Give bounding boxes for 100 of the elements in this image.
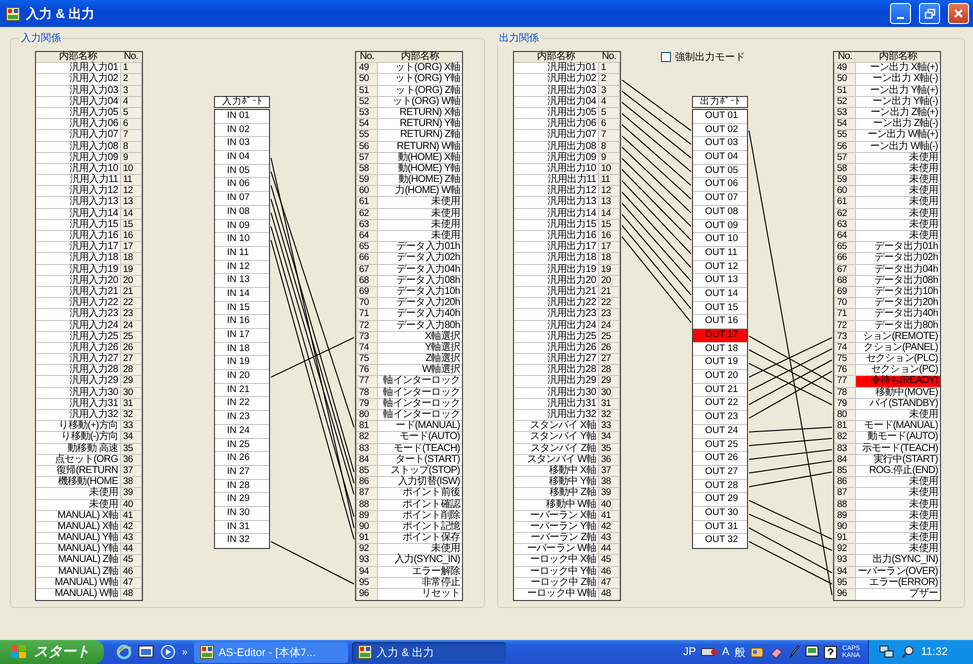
table-cell[interactable]: 汎用出力30 xyxy=(514,388,598,398)
port-item[interactable]: OUT 27 xyxy=(693,466,747,480)
table-cell[interactable]: 未使用 xyxy=(856,488,940,498)
table-cell[interactable]: 汎用出力13 xyxy=(514,197,598,208)
table-cell[interactable]: 未使用 xyxy=(856,544,940,554)
table-cell[interactable]: 汎用出力15 xyxy=(514,220,598,230)
port-item[interactable]: OUT 22 xyxy=(693,397,747,412)
port-item[interactable]: IN 16 xyxy=(215,315,269,329)
table-cell[interactable]: ーロック中 Z軸 xyxy=(514,578,598,588)
table-cell[interactable]: RETURN) Y軸 xyxy=(378,119,462,130)
table-cell[interactable]: 未使用 xyxy=(378,544,462,554)
taskbar-button[interactable]: 入力 & 出力 xyxy=(352,642,506,662)
table-cell[interactable]: データ出力20h xyxy=(856,298,940,308)
table-cell[interactable]: リセット xyxy=(378,589,462,600)
table-cell[interactable]: データ入力04h xyxy=(378,264,462,275)
table-cell[interactable]: 汎用出力09 xyxy=(514,152,598,163)
table-cell[interactable]: ーン出力 Y軸(+) xyxy=(856,86,940,96)
table-cell[interactable]: 機移動(HOME xyxy=(36,477,120,488)
table-cell[interactable]: ポイント削除 xyxy=(378,510,462,521)
table-cell[interactable]: タート(START) xyxy=(378,454,462,465)
minimize-button[interactable] xyxy=(890,3,911,24)
port-item[interactable]: IN 18 xyxy=(215,342,269,356)
table-cell[interactable]: 動(HOME) Y軸 xyxy=(378,164,462,174)
table-cell[interactable]: ーバーラン(OVER) xyxy=(856,566,940,577)
table-cell[interactable]: 復帰(RETURN xyxy=(36,466,120,476)
table-cell[interactable]: 軸インターロック xyxy=(378,398,462,409)
port-item[interactable]: OUT 01 xyxy=(693,110,747,124)
table-cell[interactable]: バイ(STANDBY) xyxy=(856,398,940,409)
port-item[interactable]: OUT 06 xyxy=(693,178,747,192)
table-cell[interactable]: 令待ち(READY) xyxy=(856,376,940,387)
port-item[interactable]: IN 03 xyxy=(215,137,269,152)
table-cell[interactable]: 汎用出力21 xyxy=(514,286,598,298)
table-cell[interactable]: 汎用入力05 xyxy=(36,108,120,118)
table-cell[interactable]: 移動中 Y軸 xyxy=(514,477,598,488)
table-cell[interactable]: データ入力01h xyxy=(378,242,462,252)
port-item[interactable]: IN 02 xyxy=(215,124,269,138)
table-cell[interactable]: 未使用 xyxy=(856,175,940,186)
port-item[interactable]: OUT 21 xyxy=(693,384,747,398)
table-cell[interactable]: ーン出力 Y軸(-) xyxy=(856,96,940,107)
port-item[interactable]: IN 24 xyxy=(215,424,269,438)
table-cell[interactable]: 汎用出力22 xyxy=(514,298,598,308)
table-cell[interactable]: Y軸選択 xyxy=(378,342,462,354)
table-cell[interactable]: スタンバイ X軸 xyxy=(514,421,598,432)
table-cell[interactable]: 未使用 xyxy=(856,231,940,242)
port-item[interactable]: IN 19 xyxy=(215,356,269,370)
ime-mode[interactable]: A xyxy=(722,646,730,658)
table-cell[interactable]: 移動中 X軸 xyxy=(514,466,598,476)
table-cell[interactable]: 未使用 xyxy=(378,197,462,208)
port-item[interactable]: IN 10 xyxy=(215,233,269,247)
table-cell[interactable]: 実行中(START) xyxy=(856,454,940,465)
table-cell[interactable]: データ入力80h xyxy=(378,320,462,331)
port-item[interactable]: IN 28 xyxy=(215,480,269,494)
table-cell[interactable]: 汎用入力14 xyxy=(36,208,120,219)
table-cell[interactable]: ーバーラン W軸 xyxy=(514,544,598,554)
port-item[interactable]: IN 04 xyxy=(215,151,269,165)
table-cell[interactable]: 未使用 xyxy=(856,220,940,230)
table-cell[interactable]: 汎用出力08 xyxy=(514,142,598,152)
table-cell[interactable]: 汎用入力04 xyxy=(36,96,120,107)
table-cell[interactable]: 汎用出力02 xyxy=(514,74,598,85)
close-button[interactable] xyxy=(948,3,969,24)
table-cell[interactable]: ット(ORG) Z軸 xyxy=(378,86,462,96)
port-item[interactable]: IN 06 xyxy=(215,178,269,192)
table-cell[interactable]: 汎用入力08 xyxy=(36,142,120,152)
desktop-icon[interactable] xyxy=(138,644,154,660)
table-cell[interactable]: 示モード(TEACH) xyxy=(856,444,940,454)
table-cell[interactable]: ーバーラン Y軸 xyxy=(514,522,598,532)
port-item[interactable]: OUT 02 xyxy=(693,124,747,138)
port-item[interactable]: OUT 24 xyxy=(693,424,747,438)
table-cell[interactable]: ーン出力 X軸(-) xyxy=(856,74,940,85)
port-item[interactable]: IN 23 xyxy=(215,411,269,425)
port-item[interactable]: OUT 30 xyxy=(693,506,747,521)
table-cell[interactable]: モード(MANUAL) xyxy=(856,421,940,432)
port-item[interactable]: OUT 26 xyxy=(693,452,747,466)
port-item[interactable]: OUT 20 xyxy=(693,370,747,384)
table-cell[interactable]: 汎用出力28 xyxy=(514,365,598,376)
checkbox-label[interactable]: 強制出力モード xyxy=(675,50,745,64)
table-cell[interactable]: 汎用出力29 xyxy=(514,376,598,387)
port-item[interactable]: IN 05 xyxy=(215,164,269,178)
table-cell[interactable]: ーロック中 W軸 xyxy=(514,589,598,600)
table-cell[interactable]: 汎用入力17 xyxy=(36,242,120,252)
table-cell[interactable]: 入力切替(ISW) xyxy=(378,477,462,488)
table-cell[interactable]: MANUAL) Y軸 xyxy=(36,533,120,544)
table-cell[interactable]: 汎用出力12 xyxy=(514,186,598,196)
table-cell[interactable]: 汎用入力23 xyxy=(36,309,120,320)
table-cell[interactable]: 汎用入力02 xyxy=(36,74,120,85)
table-cell[interactable]: RETURN) Z軸 xyxy=(378,130,462,140)
table-cell[interactable]: 汎用入力12 xyxy=(36,186,120,196)
table-cell[interactable]: 汎用入力07 xyxy=(36,130,120,140)
port-item[interactable]: IN 25 xyxy=(215,438,269,452)
table-cell[interactable]: り移動(-)方向 xyxy=(36,432,120,443)
table-cell[interactable]: 軸インターロック xyxy=(378,410,462,420)
table-cell[interactable]: 未使用 xyxy=(856,510,940,521)
table-cell[interactable]: 汎用出力11 xyxy=(514,175,598,186)
table-cell[interactable]: ポイント保存 xyxy=(378,533,462,544)
table-cell[interactable]: ストップ(STOP) xyxy=(378,466,462,476)
table-cell[interactable]: MANUAL) Z軸 xyxy=(36,566,120,577)
table-cell[interactable]: モード(AUTO) xyxy=(378,432,462,443)
table-cell[interactable]: 汎用出力16 xyxy=(514,231,598,242)
table-cell[interactable]: ーロック中 Y軸 xyxy=(514,566,598,577)
table-cell[interactable]: 汎用入力19 xyxy=(36,264,120,275)
